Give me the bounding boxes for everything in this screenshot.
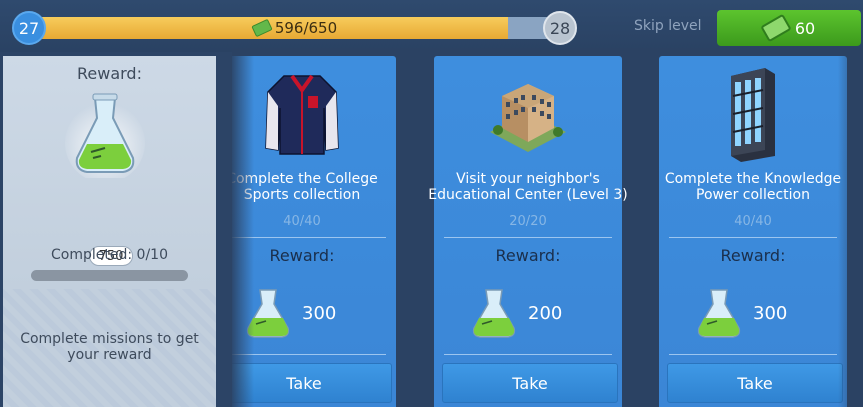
- varsity-jacket-icon: [265, 74, 339, 155]
- skip-level-button[interactable]: 60: [717, 10, 861, 46]
- flask-icon: [472, 289, 516, 338]
- flask-icon: [697, 289, 741, 338]
- reward-amount: 200: [528, 303, 563, 324]
- mission-card: Visit your neighbor's Educational Center…: [428, 56, 628, 407]
- xp-text: 596/650: [274, 19, 338, 37]
- mission-progress: 20/20: [509, 214, 547, 229]
- reward-title: Reward:: [77, 64, 142, 83]
- take-button[interactable]: Take: [442, 363, 618, 403]
- mission-list[interactable]: Complete the College Sports collection 4…: [232, 48, 863, 407]
- reward-hint: Complete missions to get your reward: [20, 331, 199, 363]
- completed-counter: Completed: 0/10: [51, 247, 168, 263]
- reward-amount: 300: [753, 303, 788, 324]
- mission-card: Complete the College Sports collection 4…: [232, 56, 396, 407]
- next-level-badge: 28: [543, 11, 577, 45]
- server-rack-icon: [731, 68, 775, 162]
- building-icon: [490, 84, 566, 152]
- xp-progress-bar: 596/650: [40, 17, 550, 39]
- mission-progress: 40/40: [734, 214, 772, 229]
- take-button[interactable]: Take: [667, 363, 843, 403]
- reward-amount: 300: [302, 303, 337, 324]
- current-level-badge: 27: [12, 11, 46, 45]
- mission-progress: 40/40: [283, 214, 321, 229]
- reward-label: Reward:: [269, 246, 335, 265]
- mission-title: Complete the Knowledge Power collection: [664, 171, 842, 203]
- mission-card: Complete the Knowledge Power collection …: [659, 56, 847, 407]
- flask-icon: [65, 93, 145, 178]
- skip-cost: 60: [794, 18, 816, 38]
- reward-label: Reward:: [495, 246, 561, 265]
- cash-icon: [251, 18, 273, 38]
- completed-progress-bar: [31, 270, 188, 281]
- take-button[interactable]: Take: [232, 363, 392, 403]
- cash-icon: [760, 13, 792, 43]
- mission-title: Complete the College Sports collection: [232, 171, 378, 203]
- skip-level-label: Skip level: [634, 18, 702, 34]
- mission-title: Visit your neighbor's Educational Center…: [428, 171, 628, 203]
- flask-icon: [246, 289, 290, 338]
- collection-reward-panel: Reward: 750 Completed: 0/10 Complete mis…: [3, 56, 216, 407]
- reward-label: Reward:: [720, 246, 786, 265]
- top-bar: 596/650 27 28 Skip level 60: [0, 0, 863, 52]
